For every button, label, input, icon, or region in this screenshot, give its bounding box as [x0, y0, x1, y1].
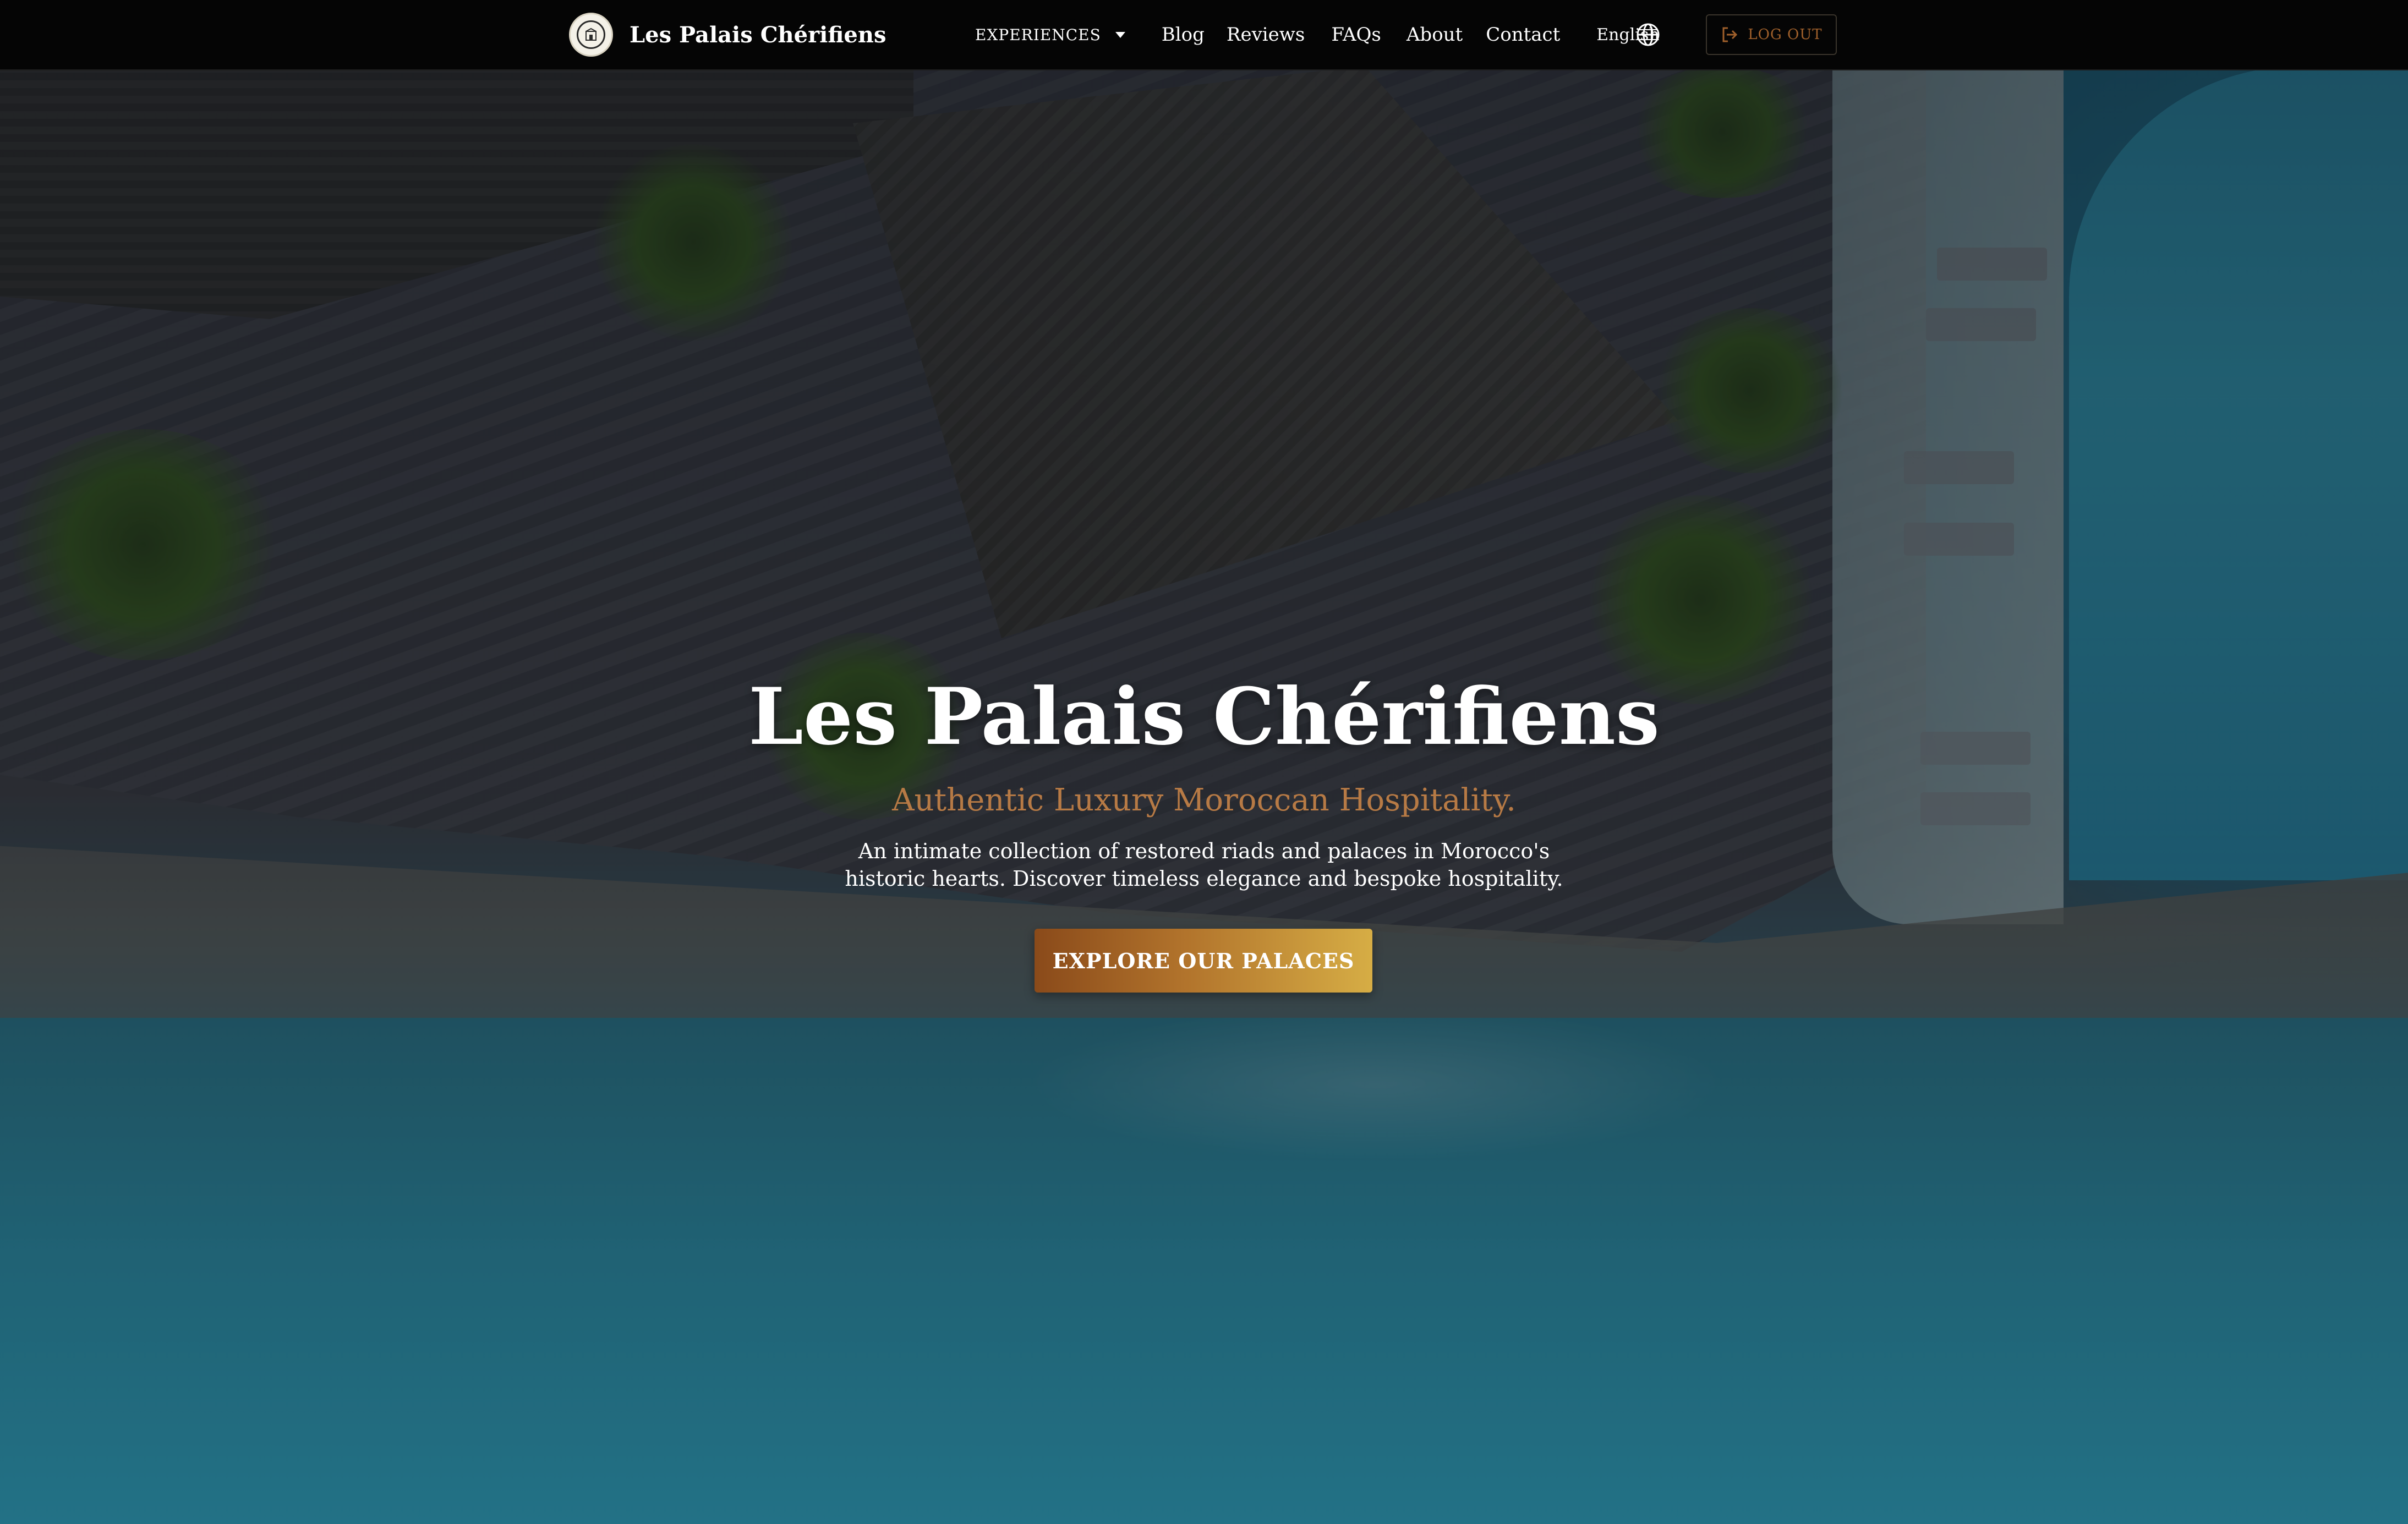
hero-description: An intimate collection of restored riads… — [825, 837, 1583, 892]
nav-link-contact[interactable]: Contact — [1486, 24, 1560, 46]
hero-subtitle: Authentic Luxury Moroccan Hospitality. — [892, 782, 1516, 818]
nav-menu: EXPERIENCES Blog Reviews FAQs About Cont… — [975, 0, 1660, 69]
nav-link-blog[interactable]: Blog — [1162, 24, 1205, 46]
nav-link-faqs[interactable]: FAQs — [1331, 24, 1381, 46]
hero-title: Les Palais Chérifiens — [748, 671, 1660, 763]
brand-name: Les Palais Chérifiens — [630, 21, 886, 48]
logout-label: LOG OUT — [1748, 26, 1823, 43]
logout-button[interactable]: LOG OUT — [1706, 14, 1837, 55]
nav-experiences-dropdown[interactable]: EXPERIENCES — [975, 26, 1125, 44]
hero-description-line: An intimate collection of restored riads… — [858, 839, 1550, 863]
logout-icon — [1722, 27, 1738, 42]
hero-description-line: historic hearts. Discover timeless elega… — [845, 867, 1563, 891]
nav-link-about[interactable]: About — [1407, 24, 1463, 46]
nav-link-reviews[interactable]: Reviews — [1227, 24, 1305, 46]
brand-link[interactable]: Les Palais Chérifiens — [569, 12, 886, 57]
explore-palaces-label: EXPLORE OUR PALACES — [1052, 948, 1355, 973]
nav-experiences-label: EXPERIENCES — [975, 25, 1101, 44]
explore-palaces-button[interactable]: EXPLORE OUR PALACES — [1035, 929, 1372, 993]
globe-icon[interactable] — [1635, 22, 1661, 47]
chevron-down-icon — [1115, 31, 1125, 38]
palace-crest-icon — [569, 13, 613, 57]
navbar: Les Palais Chérifiens EXPERIENCES Blog R… — [0, 0, 2408, 70]
